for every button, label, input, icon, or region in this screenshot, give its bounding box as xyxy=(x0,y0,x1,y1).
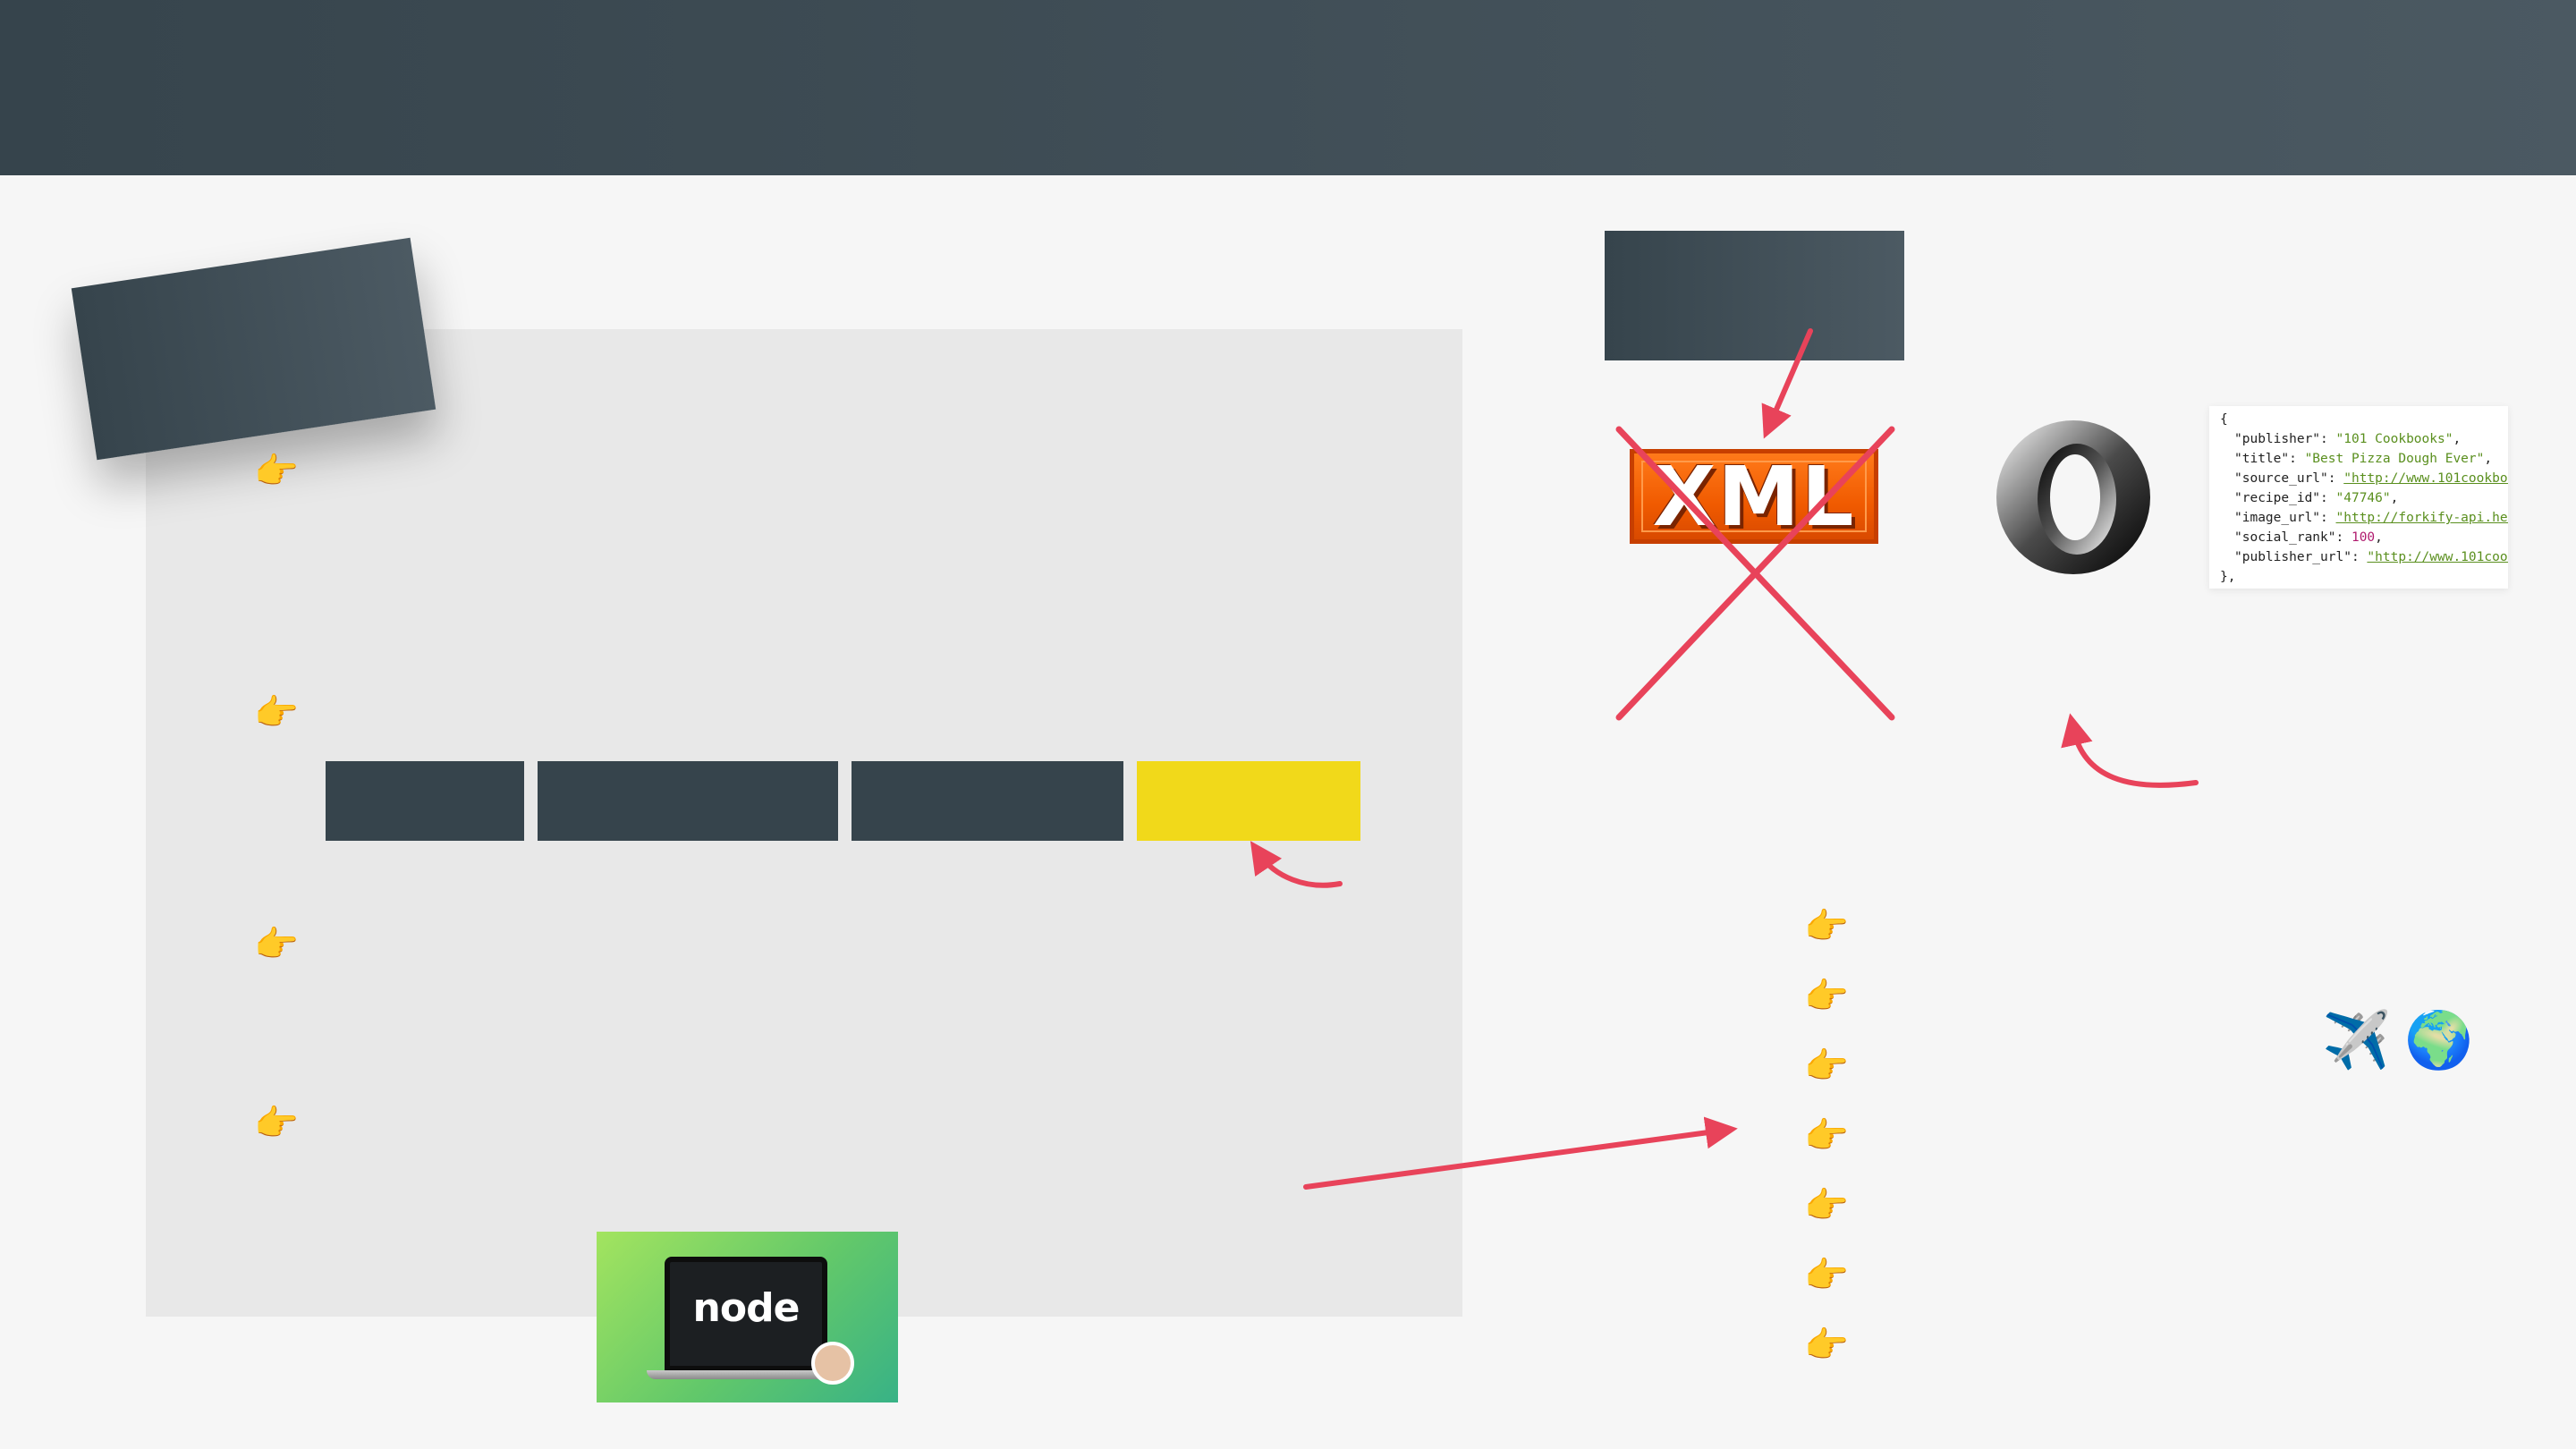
arrow-to-list-icon xyxy=(1303,1116,1738,1190)
annotation-arrows xyxy=(1250,328,2199,1190)
arrow-to-segment-icon xyxy=(1250,841,1343,888)
arrow-to-xml-icon xyxy=(1761,328,1813,439)
arrow-to-json-icon xyxy=(2061,713,2199,788)
